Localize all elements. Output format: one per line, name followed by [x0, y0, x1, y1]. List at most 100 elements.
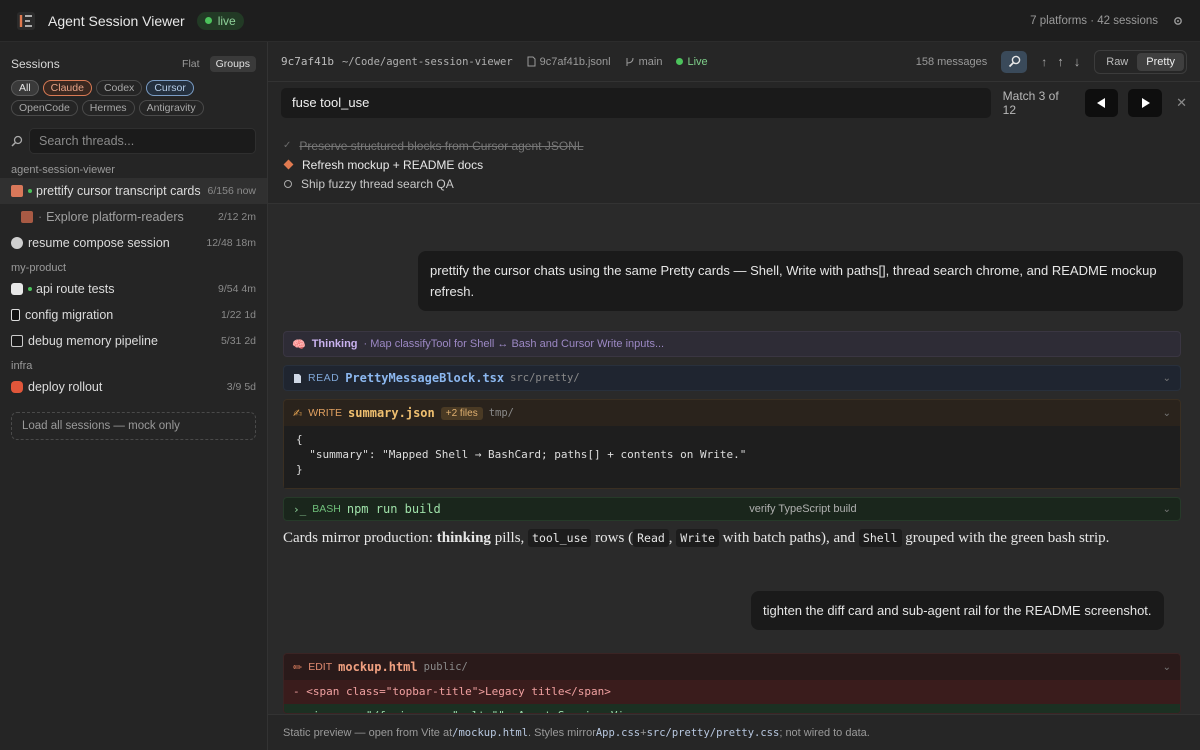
tool-tag: BASH — [312, 503, 341, 515]
file-icon — [527, 56, 536, 67]
tool-file: summary.json — [348, 406, 435, 420]
branch-icon — [626, 57, 634, 66]
session-title: prettify cursor transcript cards — [36, 184, 201, 198]
thinking-label: Thinking — [311, 338, 358, 350]
tool-tag: READ — [308, 372, 340, 384]
session-path: ~/Code/agent-session-viewer — [341, 55, 513, 68]
diff-removed-line: - <span class="topbar-title">Legacy titl… — [284, 680, 1180, 704]
edit-tool-card[interactable]: ✏ EDIT mockup.html public/ ⌄ - <span cla… — [283, 653, 1181, 714]
chevron-down-icon: ⌄ — [1162, 372, 1171, 384]
search-icon — [1008, 55, 1021, 68]
edit-header: ✏ EDIT mockup.html public/ ⌄ — [284, 654, 1180, 680]
platform-summary: 7 platforms · 42 sessions — [1030, 14, 1158, 27]
session-hash: 9c7af41b — [281, 55, 334, 68]
brain-icon: 🧠 — [292, 338, 306, 351]
session-row[interactable]: config migration 1/22 1d — [0, 302, 267, 328]
pretty-button[interactable]: Pretty — [1137, 52, 1184, 71]
chevron-down-icon: ⌄ — [1162, 407, 1171, 419]
thinking-pill[interactable]: 🧠 Thinking · Map classifyTool for Shell … — [283, 331, 1181, 357]
session-row[interactable]: api route tests 9/54 4m — [0, 276, 267, 302]
live-dot-icon — [28, 287, 32, 291]
extra-files-badge[interactable]: +2 files — [440, 406, 483, 420]
prev-match-button[interactable] — [1084, 89, 1119, 117]
session-row-subagent[interactable]: · Explore platform-readers 2/12 2m — [0, 204, 267, 230]
session-row[interactable]: deploy rollout 3/9 5d — [0, 374, 267, 400]
write-tool-card[interactable]: ✍ WRITE summary.json +2 files tmp/ ⌄ { "… — [283, 399, 1181, 489]
cursor-icon — [11, 237, 23, 249]
jump-top-icon[interactable]: ↑ — [1041, 55, 1047, 69]
transcript-panel: 9c7af41b ~/Code/agent-session-viewer 9c7… — [268, 42, 1200, 750]
write-header: ✍ WRITE summary.json +2 files tmp/ ⌄ — [284, 400, 1180, 426]
app-logo-icon — [17, 11, 35, 30]
next-message-icon[interactable]: ↓ — [1074, 54, 1081, 69]
todo-text: Refresh mockup + README docs — [302, 157, 484, 172]
tool-file: PrettyMessageBlock.tsx — [345, 371, 505, 385]
filter-antigravity[interactable]: Antigravity — [138, 100, 204, 116]
filter-claude[interactable]: Claude — [42, 80, 92, 96]
filter-cursor[interactable]: Cursor — [146, 80, 194, 96]
diff-added-line: + <img src="/favicon.svg" alt=""> Agent … — [284, 704, 1180, 713]
prev-message-icon[interactable]: ↑ — [1057, 54, 1064, 69]
raw-button[interactable]: Raw — [1097, 53, 1137, 71]
load-all-sessions-button[interactable]: Load all sessions — mock only — [11, 412, 256, 440]
app-title: Agent Session Viewer — [48, 12, 185, 29]
session-header: 9c7af41b ~/Code/agent-session-viewer 9c7… — [268, 42, 1200, 82]
thread-search-field[interactable]: fuse tool_use — [281, 88, 991, 118]
subagent-marker: · — [38, 210, 43, 224]
live-dot-icon — [204, 17, 212, 24]
bash-tool-card[interactable]: ›_ BASH npm run build verify TypeScript … — [283, 497, 1181, 521]
pending-circle-icon — [284, 179, 292, 188]
filter-all[interactable]: All — [11, 80, 39, 96]
read-tool-card[interactable]: READ PrettyMessageBlock.tsx src/pretty/ … — [283, 365, 1181, 391]
search-icon — [11, 135, 23, 147]
todo-list: ✓ Preserve structured blocks from Cursor … — [268, 124, 1200, 204]
file-icon — [294, 373, 301, 383]
live-status-badge: live — [196, 11, 244, 30]
check-icon: ✓ — [283, 140, 292, 151]
session-meta: 5/31 2d — [220, 335, 256, 347]
session-title: resume compose session — [28, 236, 170, 250]
tool-tag: EDIT — [308, 661, 333, 673]
view-toggle: Raw Pretty — [1094, 49, 1187, 74]
bash-description: verify TypeScript build — [749, 503, 857, 515]
filter-hermes[interactable]: Hermes — [81, 100, 135, 116]
session-row[interactable]: resume compose session 12/48 18m — [0, 230, 267, 256]
session-meta: 1/22 1d — [220, 309, 256, 321]
view-flat-button[interactable]: Flat — [176, 56, 206, 72]
session-title: api route tests — [36, 282, 115, 296]
group-label: infra — [11, 360, 33, 372]
in-progress-diamond-icon — [283, 159, 294, 170]
user-message: tighten the diff card and sub-agent rail… — [751, 591, 1164, 630]
view-mode-toggle: Flat Groups — [176, 56, 256, 72]
live-dot-icon — [676, 58, 684, 65]
close-icon[interactable]: ✕ — [1176, 95, 1187, 111]
session-title: config migration — [25, 308, 114, 322]
tool-tag: WRITE — [308, 407, 343, 419]
triangle-right-icon — [1141, 98, 1150, 108]
find-button[interactable] — [1001, 50, 1028, 73]
codex-icon — [11, 283, 23, 295]
tool-file: mockup.html — [338, 660, 418, 674]
todo-item: ✓ Preserve structured blocks from Cursor … — [283, 136, 1185, 155]
thread-search-input[interactable]: Search threads... — [29, 128, 256, 154]
message-count: 158 messages — [915, 55, 988, 68]
next-match-button[interactable] — [1128, 89, 1163, 117]
session-title: deploy rollout — [28, 380, 103, 394]
gear-icon[interactable] — [1172, 15, 1184, 27]
triangle-left-icon — [1097, 98, 1106, 108]
thread-search-bar: fuse tool_use Match 3 of 12 ✕ — [268, 82, 1200, 124]
session-meta: 12/48 18m — [206, 237, 256, 249]
filter-codex[interactable]: Codex — [95, 80, 143, 96]
view-groups-button[interactable]: Groups — [209, 56, 256, 72]
session-file[interactable]: 9c7af41b.jsonl — [527, 56, 611, 68]
session-meta: 2/12 2m — [218, 211, 256, 223]
session-row[interactable]: debug memory pipeline 5/31 2d — [0, 328, 267, 354]
filter-opencode[interactable]: OpenCode — [11, 100, 78, 116]
todo-item: Refresh mockup + README docs — [283, 155, 1185, 174]
group-label: agent-session-viewer — [11, 164, 115, 176]
pencil-icon: ✍ — [293, 407, 303, 420]
thinking-preview: · Map classifyTool for Shell ↔ Bash and … — [363, 338, 665, 350]
session-row[interactable]: prettify cursor transcript cards 6/156 n… — [0, 178, 267, 204]
user-message: prettify the cursor chats using the same… — [418, 251, 1183, 311]
session-title: Explore platform-readers — [46, 210, 184, 224]
